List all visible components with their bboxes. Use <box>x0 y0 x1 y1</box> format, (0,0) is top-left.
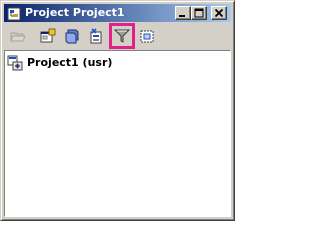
minimize-icon <box>179 15 185 17</box>
project-tree[interactable]: Project1 (usr) <box>4 50 231 217</box>
view-code-button[interactable] <box>62 26 82 46</box>
maximize-button[interactable] <box>191 6 207 20</box>
window-title: Project Project1 <box>25 6 125 19</box>
project-icon <box>7 55 23 71</box>
properties-icon <box>90 28 102 44</box>
close-icon <box>214 8 224 18</box>
project-label: Project1 (usr) <box>27 56 113 69</box>
toggle-folders-icon <box>140 30 154 43</box>
properties-button[interactable] <box>86 26 106 46</box>
close-button[interactable] <box>211 6 227 20</box>
filter-button[interactable] <box>109 23 135 49</box>
view-object-icon <box>40 28 56 43</box>
filter-icon <box>114 29 130 43</box>
minimize-button[interactable] <box>175 6 191 20</box>
title-bar[interactable]: Project Project1 <box>4 4 231 22</box>
maximize-icon <box>194 8 204 18</box>
view-object-button[interactable] <box>38 26 58 46</box>
open-folder-icon <box>10 32 26 42</box>
toggle-folders-button[interactable] <box>137 26 157 46</box>
project-explorer-window: Project Project1 Project1 (usr) <box>0 0 235 221</box>
toolbar <box>4 23 231 49</box>
view-code-icon <box>65 29 79 44</box>
open-folder-button[interactable] <box>8 26 28 46</box>
project-explorer-icon <box>7 6 21 21</box>
